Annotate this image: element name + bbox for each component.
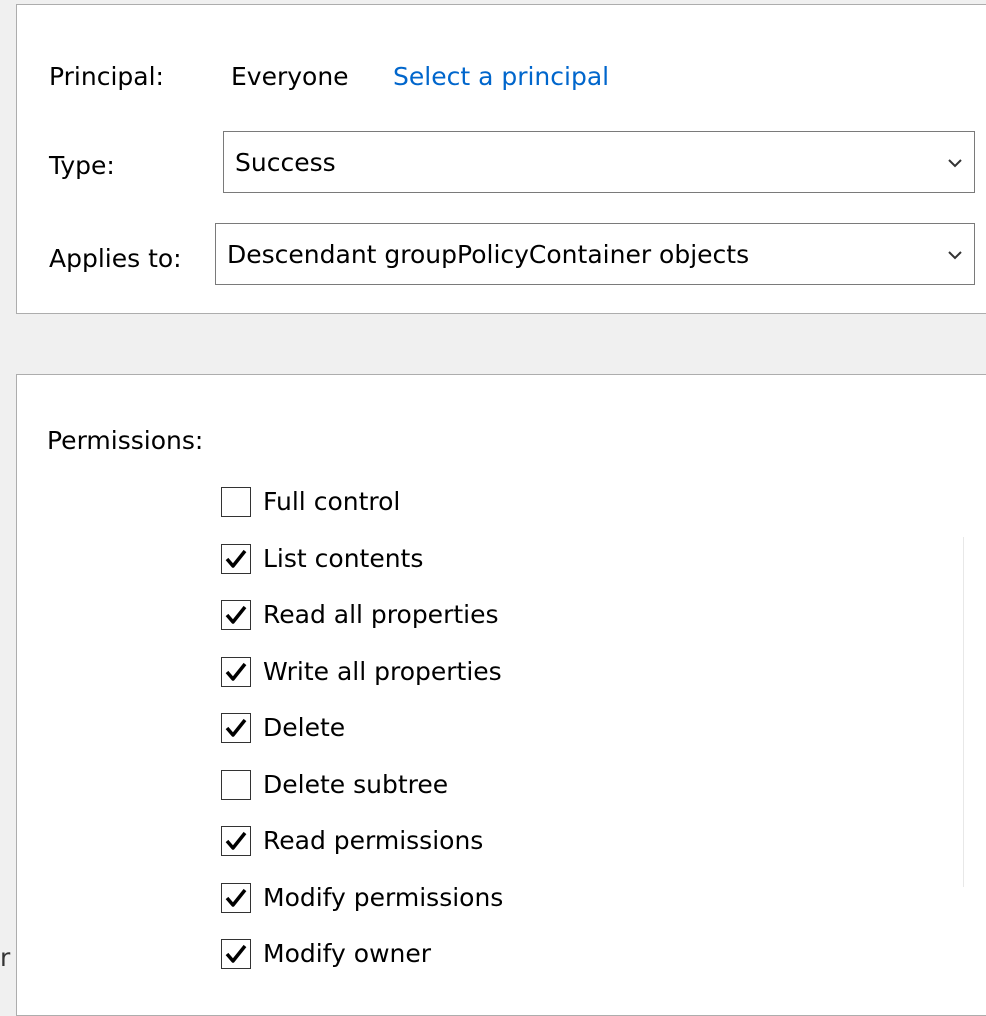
checkmark-icon bbox=[225, 605, 247, 624]
permission-list-contents-row[interactable]: List contents bbox=[221, 542, 423, 576]
permission-full-control-checkbox[interactable] bbox=[221, 487, 251, 517]
principal-settings-panel: Principal: Everyone Select a principal T… bbox=[16, 4, 986, 314]
permission-modify-permissions-label: Modify permissions bbox=[263, 882, 504, 912]
checkmark-icon bbox=[225, 662, 247, 681]
type-label: Type: bbox=[49, 151, 115, 180]
permission-modify-permissions-checkbox[interactable] bbox=[221, 882, 251, 913]
principal-label: Principal: bbox=[49, 62, 164, 91]
checkmark-icon bbox=[225, 549, 247, 568]
applies-to-dropdown[interactable]: Descendant groupPolicyContainer objects bbox=[215, 223, 975, 285]
permission-full-control-label: Full control bbox=[263, 487, 401, 516]
select-principal-link[interactable]: Select a principal bbox=[393, 61, 609, 93]
principal-value: Everyone bbox=[231, 62, 349, 91]
checkmark-icon bbox=[225, 888, 247, 907]
chevron-down-icon bbox=[948, 251, 962, 260]
permissions-label: Permissions: bbox=[47, 426, 204, 455]
permission-modify-owner-row[interactable]: Modify owner bbox=[221, 937, 431, 971]
permission-read-all-properties-label: Read all properties bbox=[263, 600, 499, 629]
permission-modify-owner-checkbox[interactable] bbox=[221, 939, 251, 969]
permission-list-contents-checkbox[interactable] bbox=[221, 543, 251, 574]
permission-read-permissions-checkbox[interactable] bbox=[221, 826, 251, 856]
checkmark-icon bbox=[225, 944, 247, 963]
permission-write-all-properties-row[interactable]: Write all properties bbox=[221, 655, 502, 689]
permission-delete-subtree-label: Delete subtree bbox=[263, 769, 449, 799]
permission-modify-permissions-row[interactable]: Modify permissions bbox=[221, 881, 503, 915]
permission-modify-owner-label: Modify owner bbox=[263, 939, 432, 968]
permission-read-permissions-row[interactable]: Read permissions bbox=[221, 824, 483, 858]
permission-delete-checkbox[interactable] bbox=[221, 713, 251, 743]
permission-delete-label: Delete bbox=[263, 713, 346, 742]
checkmark-icon bbox=[225, 831, 247, 850]
cut-off-text-fragment: r bbox=[0, 943, 11, 972]
checkmark-icon bbox=[225, 718, 247, 737]
permission-write-all-properties-label: Write all properties bbox=[263, 656, 502, 686]
permission-read-all-properties-checkbox[interactable] bbox=[221, 600, 251, 630]
permissions-panel: Permissions: Full control List contents Re… bbox=[16, 374, 986, 1016]
permission-full-control-row[interactable]: Full control bbox=[221, 485, 400, 519]
permission-list-contents-label: List contents bbox=[263, 543, 424, 573]
permission-delete-row[interactable]: Delete bbox=[221, 711, 345, 745]
applies-to-label: Applies to: bbox=[49, 244, 182, 273]
applies-to-dropdown-value: Descendant groupPolicyContainer objects bbox=[227, 240, 750, 269]
type-dropdown-value: Success bbox=[235, 148, 336, 177]
permission-delete-subtree-row[interactable]: Delete subtree bbox=[221, 768, 448, 802]
chevron-down-icon bbox=[948, 159, 962, 168]
permission-delete-subtree-checkbox[interactable] bbox=[221, 769, 251, 800]
permission-read-all-properties-row[interactable]: Read all properties bbox=[221, 598, 499, 632]
permissions-list-divider bbox=[963, 537, 964, 887]
permission-write-all-properties-checkbox[interactable] bbox=[221, 656, 251, 687]
type-dropdown[interactable]: Success bbox=[223, 131, 975, 193]
permission-read-permissions-label: Read permissions bbox=[263, 826, 484, 855]
